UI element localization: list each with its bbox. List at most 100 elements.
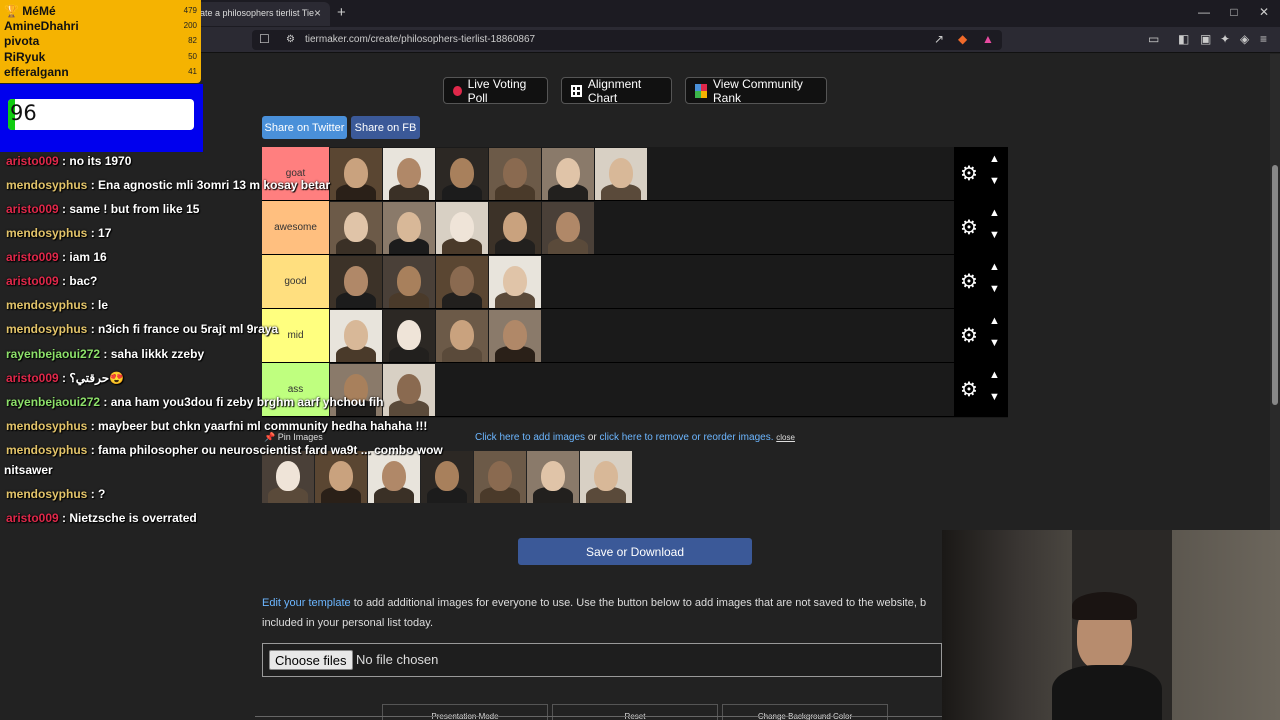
share-icon[interactable]: ↗ xyxy=(934,32,944,46)
wallet-icon[interactable]: ▣ xyxy=(1200,32,1211,46)
tier-row-good: good ⚙ ▲ ▼ xyxy=(262,255,1008,309)
philosopher-image[interactable] xyxy=(436,202,488,254)
leaderboard-name: 🏆 MéMé xyxy=(4,4,56,18)
site-info-icon[interactable]: ⚙ xyxy=(286,34,295,45)
gear-icon[interactable]: ⚙ xyxy=(960,161,978,186)
philosopher-image[interactable] xyxy=(383,364,435,416)
bookmark-icon[interactable]: ☐ xyxy=(259,32,270,46)
philosopher-image[interactable] xyxy=(383,256,435,308)
tier-label[interactable]: awesome xyxy=(262,201,329,254)
philosopher-image[interactable] xyxy=(436,256,488,308)
chevron-up-icon[interactable]: ▲ xyxy=(989,261,1000,273)
chevron-up-icon[interactable]: ▲ xyxy=(989,369,1000,381)
philosopher-image[interactable] xyxy=(580,451,632,503)
chevron-down-icon[interactable]: ▼ xyxy=(989,391,1000,403)
gear-icon[interactable]: ⚙ xyxy=(960,269,978,294)
philosopher-image[interactable] xyxy=(527,451,579,503)
chat-text: : saha likkk zzeby xyxy=(100,347,205,361)
portrait-face xyxy=(397,320,421,350)
url-text[interactable]: tiermaker.com/create/philosophers-tierli… xyxy=(305,34,535,45)
menu-icon[interactable]: ≡ xyxy=(1260,32,1267,46)
vpn-icon[interactable]: ◈ xyxy=(1240,32,1249,46)
philosopher-image[interactable] xyxy=(383,310,435,362)
philosopher-image[interactable] xyxy=(315,451,367,503)
chevron-down-icon[interactable]: ▼ xyxy=(989,283,1000,295)
change-bg-button[interactable]: Change Background Color xyxy=(722,704,888,720)
tab-close-icon[interactable]: × xyxy=(314,6,321,20)
share-twitter-button[interactable]: Share on Twitter xyxy=(262,116,347,139)
portrait-face xyxy=(450,320,474,350)
philosopher-image[interactable] xyxy=(489,256,541,308)
portrait-face xyxy=(503,158,527,188)
chat-username: mendosyphus xyxy=(6,322,88,336)
chat-message: aristo009 : iam 16 xyxy=(6,250,107,264)
chat-username: rayenbejaoui272 xyxy=(6,395,101,409)
community-rank-button[interactable]: View Community Rank xyxy=(685,77,827,105)
reader-icon[interactable]: ▭ xyxy=(1148,32,1159,46)
philosopher-image[interactable] xyxy=(595,148,647,200)
share-fb-button[interactable]: Share on FB xyxy=(351,116,420,139)
philosopher-image[interactable] xyxy=(542,202,594,254)
leo-icon[interactable]: ✦ xyxy=(1220,32,1230,46)
live-voting-button[interactable]: Live Voting Poll xyxy=(443,76,548,105)
tier-label[interactable]: goat xyxy=(262,147,329,200)
share-twitter-label: Share on Twitter xyxy=(264,121,345,134)
chevron-down-icon[interactable]: ▼ xyxy=(989,337,1000,349)
chat-text: : fama philosopher ou neuroscientist far… xyxy=(87,443,443,457)
philosopher-image[interactable] xyxy=(542,148,594,200)
philosopher-image[interactable] xyxy=(489,202,541,254)
chevron-up-icon[interactable]: ▲ xyxy=(989,315,1000,327)
chat-username: mendosyphus xyxy=(6,226,88,240)
browser-tab[interactable]: ate a philosophers tierlist Tie xyxy=(190,2,330,26)
close-link[interactable]: close xyxy=(776,433,795,442)
chevron-up-icon[interactable]: ▲ xyxy=(989,153,1000,165)
portrait-face xyxy=(450,158,474,188)
philosopher-image[interactable] xyxy=(421,451,473,503)
save-download-button[interactable]: Save or Download xyxy=(518,538,752,565)
philosopher-image[interactable] xyxy=(436,148,488,200)
person-hair xyxy=(1072,592,1137,620)
reset-button[interactable]: Reset xyxy=(552,704,718,720)
chat-message: mendosyphus : le xyxy=(6,298,108,312)
chat-message: mendosyphus : n3ich fi france ou 5rajt m… xyxy=(6,322,278,336)
add-images-link[interactable]: Click here to add images xyxy=(475,432,585,443)
chat-username: aristo009 xyxy=(6,202,59,216)
philosopher-image[interactable] xyxy=(330,148,382,200)
tier-label[interactable]: good xyxy=(262,255,329,308)
portrait-face xyxy=(488,461,512,491)
chevron-down-icon[interactable]: ▼ xyxy=(989,175,1000,187)
philosopher-image[interactable] xyxy=(383,202,435,254)
philosopher-image[interactable] xyxy=(436,310,488,362)
sidebar-icon[interactable]: ◧ xyxy=(1178,32,1189,46)
philosopher-image[interactable] xyxy=(489,310,541,362)
philosopher-image[interactable] xyxy=(489,148,541,200)
gear-icon[interactable]: ⚙ xyxy=(960,215,978,240)
tier-items xyxy=(330,148,647,200)
chevron-down-icon[interactable]: ▼ xyxy=(989,229,1000,241)
philosopher-image[interactable] xyxy=(383,148,435,200)
new-tab-icon[interactable]: + xyxy=(337,4,346,21)
rewards-icon[interactable]: ▲ xyxy=(982,32,994,46)
scrollbar-thumb[interactable] xyxy=(1272,165,1278,405)
chevron-up-icon[interactable]: ▲ xyxy=(989,207,1000,219)
minimize-icon[interactable]: — xyxy=(1194,5,1214,19)
philosopher-image[interactable] xyxy=(368,451,420,503)
philosopher-image[interactable] xyxy=(474,451,526,503)
philosopher-image[interactable] xyxy=(262,451,314,503)
gear-icon[interactable]: ⚙ xyxy=(960,323,978,348)
presentation-mode-button[interactable]: Presentation Mode xyxy=(382,704,548,720)
gear-icon[interactable]: ⚙ xyxy=(960,377,978,402)
philosopher-image[interactable] xyxy=(330,202,382,254)
live-voting-label: Live Voting Poll xyxy=(467,76,527,105)
maximize-icon[interactable]: □ xyxy=(1224,5,1244,19)
philosopher-image[interactable] xyxy=(330,256,382,308)
remove-images-link[interactable]: click here to remove or reorder images. xyxy=(600,432,774,443)
philosopher-image[interactable] xyxy=(330,310,382,362)
chat-message: mendosyphus : Ena agnostic mli 3omri 13 … xyxy=(6,178,330,192)
brave-shield-icon[interactable]: ◆ xyxy=(958,32,967,46)
close-window-icon[interactable]: ✕ xyxy=(1254,5,1274,19)
choose-files-button[interactable]: Choose files xyxy=(269,650,353,670)
pin-images-toggle[interactable]: 📌 Pin Images xyxy=(264,432,323,443)
edit-template-link[interactable]: Edit your template xyxy=(262,597,351,609)
alignment-chart-button[interactable]: Alignment Chart xyxy=(561,77,672,105)
